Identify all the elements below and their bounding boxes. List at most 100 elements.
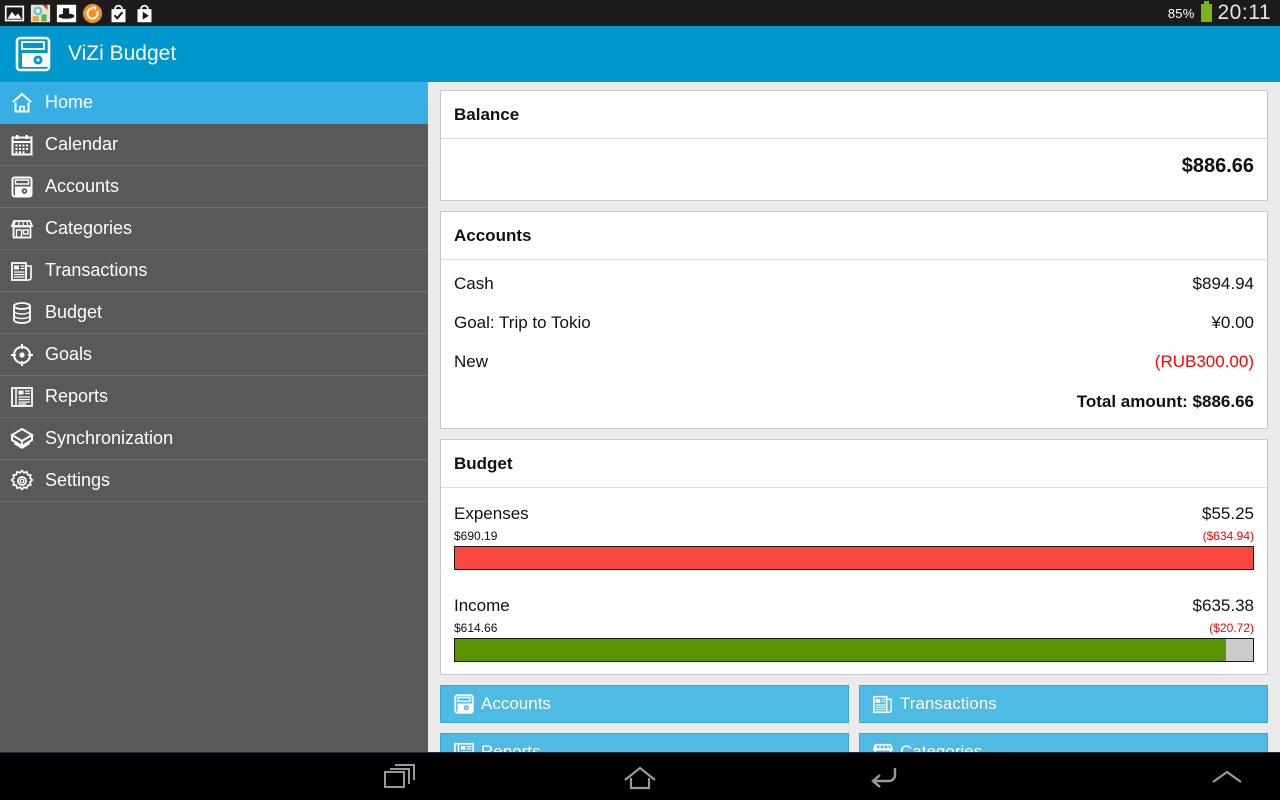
balance-amount: $886.66 xyxy=(1181,155,1254,177)
budget-item-header: Income $635.38 xyxy=(454,590,1254,621)
balance-card-title: Balance xyxy=(441,91,1267,139)
balance-amount-row: $886.66 xyxy=(454,143,1254,188)
quick-action-reports[interactable]: Reports xyxy=(440,733,849,752)
sidebar-item-label: Transactions xyxy=(45,260,148,280)
status-bar-clock: 20:11 xyxy=(1217,1,1271,24)
sidebar-item-accounts[interactable]: Accounts xyxy=(0,166,428,208)
store-icon xyxy=(872,743,894,752)
quick-action-transactions[interactable]: Transactions xyxy=(859,685,1268,723)
battery-icon xyxy=(1200,1,1212,22)
budget-progress-bar xyxy=(454,638,1254,662)
quick-action-label: Accounts xyxy=(481,694,551,713)
budget-progress-fill xyxy=(455,547,1253,569)
wallet-icon xyxy=(454,694,474,714)
play-bag-icon xyxy=(137,4,152,22)
budget-item-spent: $614.66 xyxy=(454,621,498,635)
budget-item-spent: $690.19 xyxy=(454,529,498,543)
sidebar-item-goals[interactable]: Goals xyxy=(0,334,428,376)
newspaper-icon xyxy=(11,261,32,281)
accounts-total: Total amount: $886.66 xyxy=(1076,392,1254,411)
sidebar-item-label: Goals xyxy=(45,344,93,364)
recents-icon xyxy=(384,764,415,788)
sidebar-item-home[interactable]: Home xyxy=(0,82,428,124)
sidebar-item-label: Home xyxy=(45,92,94,112)
report-icon xyxy=(11,386,33,407)
quick-action-accounts[interactable]: Accounts xyxy=(440,685,849,723)
accounts-card-body: Cash $894.94 Goal: Trip to Tokio ¥0.00 N… xyxy=(441,260,1267,428)
wallet-icon xyxy=(11,176,33,197)
home-icon xyxy=(624,766,656,790)
budget-item-income[interactable]: Income $635.38 $614.66 ($20.72) xyxy=(454,584,1254,662)
sidebar-item-label: Categories xyxy=(45,218,133,238)
store-icon xyxy=(10,219,34,238)
sidebar-item-label: Accounts xyxy=(45,176,120,196)
budget-item-amount: $55.25 xyxy=(1202,504,1254,523)
quick-action-label: Categories xyxy=(900,742,983,752)
quick-action-label: Transactions xyxy=(900,694,997,713)
budget-card: Budget Expenses $55.25 $690.19 ($634.94) xyxy=(440,439,1268,675)
quick-actions-grid: Accounts Transactions Reports Categories xyxy=(440,685,1268,752)
recents-button[interactable] xyxy=(352,753,448,800)
home-icon xyxy=(12,92,32,112)
sidebar-item-categories[interactable]: Categories xyxy=(0,208,428,250)
notification-icons xyxy=(4,3,155,24)
open-box-icon xyxy=(10,427,34,449)
sidebar-item-label: Budget xyxy=(45,302,103,322)
game-app-icon xyxy=(30,4,51,22)
photo-icon xyxy=(4,5,25,21)
account-amount: ¥0.00 xyxy=(1211,313,1254,332)
home-button[interactable] xyxy=(592,753,688,800)
status-bar-right: 85% 20:11 xyxy=(1168,1,1274,25)
sidebar-item-synchronization[interactable]: Synchronization xyxy=(0,418,428,460)
budget-item-subline: $690.19 ($634.94) xyxy=(454,529,1254,546)
sidebar-item-calendar[interactable]: Calendar xyxy=(0,124,428,166)
account-row[interactable]: Goal: Trip to Tokio ¥0.00 xyxy=(454,303,1254,342)
back-button[interactable] xyxy=(834,753,930,800)
budget-progress-fill xyxy=(455,639,1226,661)
budget-item-name: Income xyxy=(454,596,510,615)
android-status-bar: 85% 20:11 xyxy=(0,0,1280,26)
budget-item-subline: $614.66 ($20.72) xyxy=(454,621,1254,638)
accounts-card-title: Accounts xyxy=(441,212,1267,260)
budget-item-expenses[interactable]: Expenses $55.25 $690.19 ($634.94) xyxy=(454,492,1254,570)
sidebar-item-budget[interactable]: Budget xyxy=(0,292,428,334)
app-title: ViZi Budget xyxy=(68,42,177,65)
wallet-icon[interactable] xyxy=(14,35,54,73)
budget-card-body: Expenses $55.25 $690.19 ($634.94) Income… xyxy=(441,488,1267,674)
expand-up-button[interactable] xyxy=(1192,753,1262,800)
account-amount: (RUB300.00) xyxy=(1154,352,1254,371)
sidebar-item-label: Reports xyxy=(45,386,109,406)
sync-refresh-icon xyxy=(82,3,103,23)
account-row[interactable]: Cash $894.94 xyxy=(454,264,1254,303)
budget-item-over: ($20.72) xyxy=(1209,621,1254,635)
sidebar-item-settings[interactable]: Settings xyxy=(0,460,428,502)
account-row[interactable]: New (RUB300.00) xyxy=(454,342,1254,381)
budget-item-amount: $635.38 xyxy=(1192,596,1254,615)
account-amount: $894.94 xyxy=(1192,274,1254,293)
expand-up-icon xyxy=(1212,770,1242,783)
database-icon xyxy=(13,301,31,324)
main-content: Balance $886.66 Accounts Cash $894.94 Go… xyxy=(428,82,1280,752)
balance-card: Balance $886.66 xyxy=(440,90,1268,201)
sidebar-nav: Home Calendar Accounts Categories Transa… xyxy=(0,82,428,752)
accounts-card: Accounts Cash $894.94 Goal: Trip to Toki… xyxy=(440,211,1268,429)
budget-item-header: Expenses $55.25 xyxy=(454,498,1254,529)
android-nav-bar xyxy=(0,752,1280,800)
sidebar-item-transactions[interactable]: Transactions xyxy=(0,250,428,292)
gear-icon xyxy=(10,468,34,491)
checkmark-bag-icon xyxy=(111,4,126,22)
budget-item-over: ($634.94) xyxy=(1202,529,1254,543)
budget-item-name: Expenses xyxy=(454,504,529,523)
battery-percent-label: 85% xyxy=(1167,5,1195,21)
back-icon xyxy=(871,768,897,788)
sidebar-item-label: Calendar xyxy=(45,134,119,154)
report-icon xyxy=(454,742,474,752)
sidebar-item-reports[interactable]: Reports xyxy=(0,376,428,418)
budget-progress-bar xyxy=(454,546,1254,570)
budget-card-title: Budget xyxy=(441,440,1267,488)
sidebar-item-label: Synchronization xyxy=(45,428,174,448)
sidebar-item-label: Settings xyxy=(45,470,111,490)
target-icon xyxy=(11,343,33,366)
quick-action-categories[interactable]: Categories xyxy=(859,733,1268,752)
balance-card-body: $886.66 xyxy=(441,139,1267,200)
